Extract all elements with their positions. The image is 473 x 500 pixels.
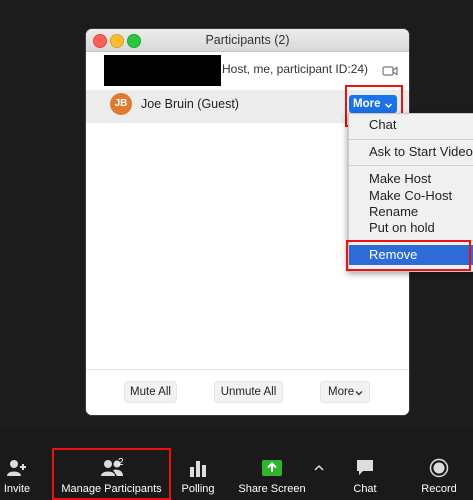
share-screen-button[interactable]: Share Screen [237, 428, 307, 500]
bar-chart-icon [189, 459, 207, 482]
record-icon [429, 458, 449, 483]
record-label: Record [421, 483, 457, 495]
menu-item-put-on-hold[interactable]: Put on hold [369, 220, 435, 235]
footer-more-label: More [328, 386, 355, 398]
chevron-down-icon [355, 391, 363, 396]
menu-item-ask-start-video[interactable]: Ask to Start Video [369, 144, 473, 159]
highlight-box-remove [346, 240, 471, 271]
chevron-up-icon [313, 460, 325, 478]
redacted-name-block [104, 55, 221, 86]
invite-label: Invite [3, 483, 31, 495]
menu-item-make-co-host[interactable]: Make Co-Host [369, 188, 452, 203]
mute-all-button[interactable]: Mute All [124, 381, 177, 403]
window-titlebar: Participants (2) [86, 29, 409, 52]
video-camera-icon [382, 64, 398, 82]
record-button[interactable]: Record [418, 428, 460, 500]
chat-button[interactable]: Chat [348, 428, 382, 500]
invite-button[interactable]: Invite [0, 428, 34, 500]
participant-name: Joe Bruin (Guest) [141, 97, 239, 111]
chat-bubble-icon [355, 459, 375, 482]
share-screen-label: Share Screen [238, 483, 306, 495]
menu-item-make-host[interactable]: Make Host [369, 171, 431, 186]
menu-divider [349, 165, 473, 166]
unmute-all-button[interactable]: Unmute All [214, 381, 283, 403]
footer-more-button[interactable]: More [320, 381, 370, 403]
share-screen-icon [261, 459, 283, 482]
menu-item-rename[interactable]: Rename [369, 204, 418, 219]
share-options-button[interactable] [311, 428, 327, 500]
avatar: JB [110, 93, 132, 115]
window-title: Participants (2) [205, 33, 290, 47]
chat-label: Chat [353, 483, 377, 495]
participants-footer: Mute All Unmute All More [86, 369, 409, 415]
polling-button[interactable]: Polling [178, 428, 218, 500]
highlight-box-manage-participants [52, 448, 171, 500]
host-row-text: Host, me, participant ID:24) [222, 62, 369, 76]
menu-divider [349, 139, 473, 140]
menu-item-chat[interactable]: Chat [369, 117, 396, 132]
add-user-icon [6, 459, 28, 482]
polling-label: Polling [181, 483, 215, 495]
